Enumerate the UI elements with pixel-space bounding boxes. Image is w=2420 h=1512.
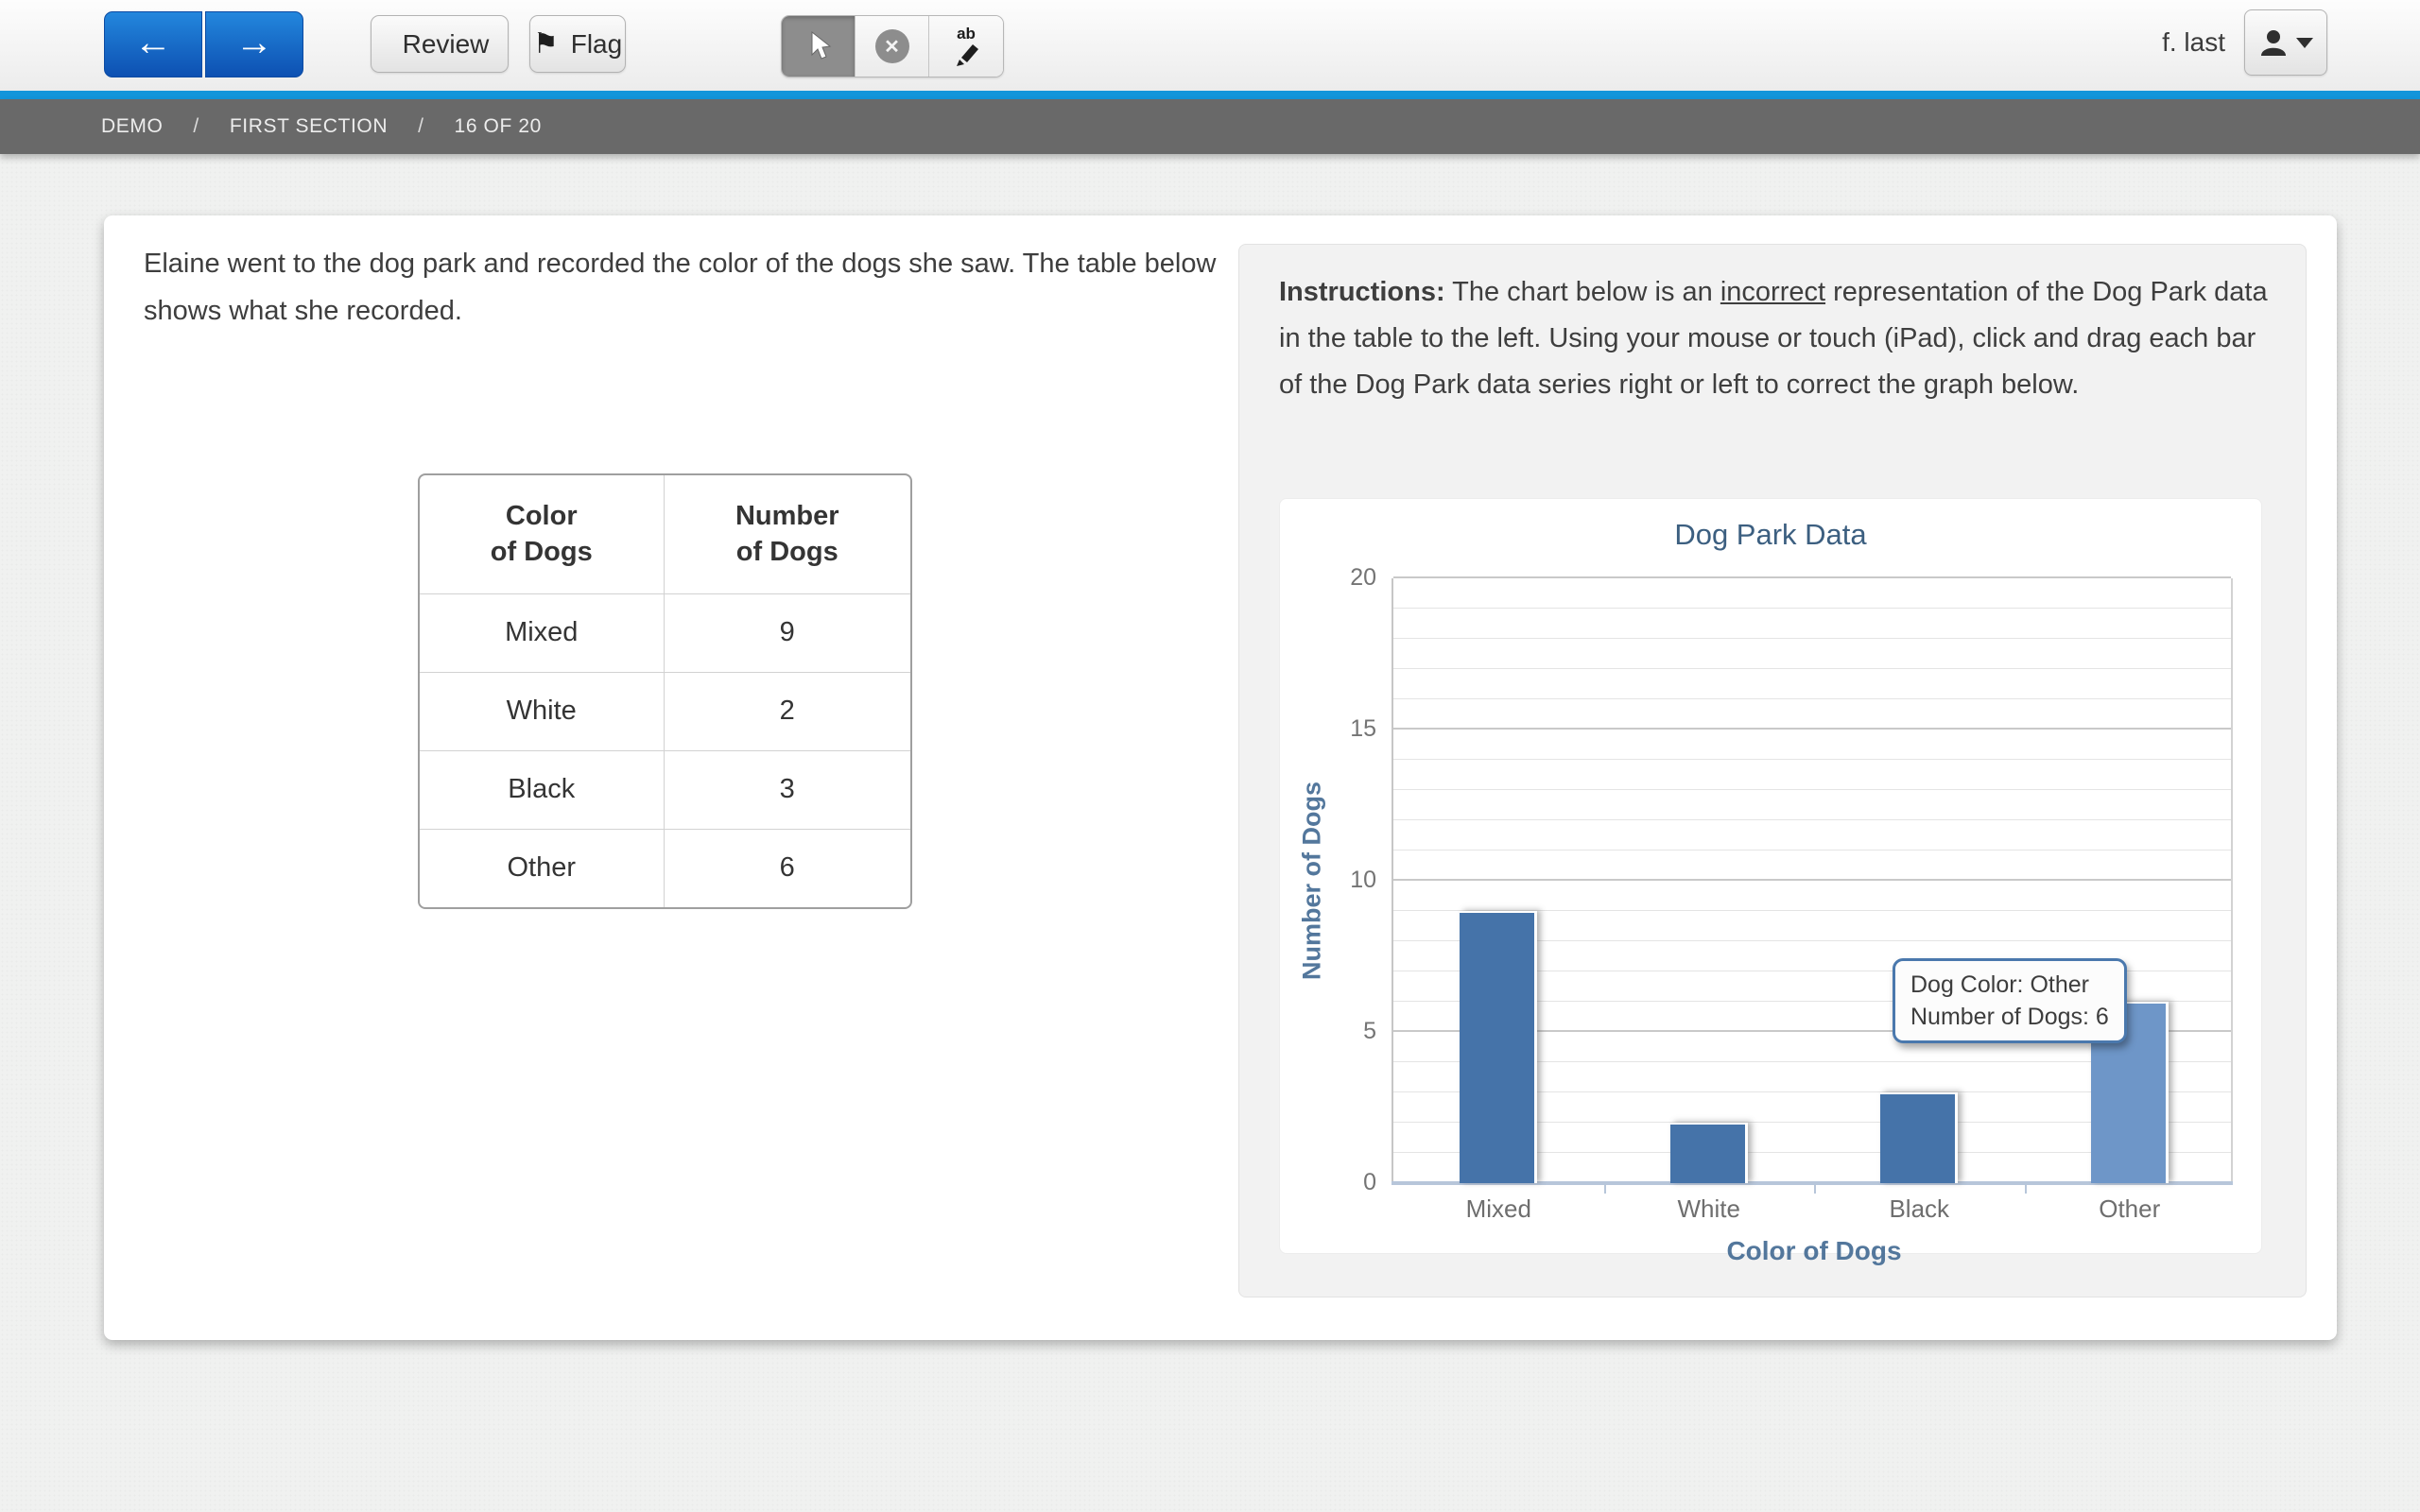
bar-white[interactable]: [1670, 1123, 1748, 1183]
tooltip-line-1: Dog Color: Other: [1910, 969, 2109, 1001]
pointer-cursor-icon: [804, 30, 833, 62]
highlighter-tool-button[interactable]: ab: [929, 16, 1003, 77]
flag-button[interactable]: ⚑ Flag: [529, 15, 626, 73]
y-tick-label: 5: [1325, 1018, 1376, 1045]
chart-card: Dog Park Data Number of Dogs Color of Do…: [1279, 498, 2262, 1254]
x-axis-tick: [1604, 1183, 1606, 1194]
pointer-tool-button[interactable]: [782, 16, 856, 77]
y-tick-label: 10: [1325, 867, 1376, 894]
y-axis-title: Number of Dogs: [1298, 782, 1327, 980]
minor-gridline: [1393, 668, 2231, 669]
y-tick-label: 15: [1325, 715, 1376, 743]
flag-button-label: Flag: [571, 29, 622, 60]
minor-gridline: [1393, 759, 2231, 760]
instructions-underlined-word: incorrect: [1720, 277, 1825, 307]
x-tick-label: Black: [1814, 1194, 2025, 1224]
instructions-text: Instructions: The chart below is an inco…: [1279, 269, 2276, 408]
table-cell-count: 2: [664, 672, 910, 750]
minor-gridline: [1393, 789, 2231, 790]
table-header-number: Number of Dogs: [664, 475, 910, 593]
question-nav-group: ← →: [104, 11, 303, 77]
y-tick-label: 20: [1325, 564, 1376, 592]
question-text: Elaine went to the dog park and recorded…: [144, 240, 1269, 335]
top-toolbar: ← → Review ⚑ Flag ✕ ab: [0, 0, 2420, 91]
x-tick-label: Other: [2025, 1194, 2236, 1224]
breadcrumb-item: DEMO: [101, 115, 163, 138]
forward-arrow-icon: →: [235, 24, 273, 61]
user-area: f. last: [2162, 9, 2327, 76]
accent-strip: [0, 91, 2420, 99]
major-gridline: [1393, 728, 2231, 730]
table-row: Black3: [420, 750, 910, 829]
chart-title: Dog Park Data: [1280, 518, 2261, 552]
circle-x-icon: ✕: [875, 29, 909, 63]
x-tick-label: White: [1604, 1194, 1815, 1224]
review-button[interactable]: Review: [371, 15, 509, 73]
bar-black[interactable]: [1880, 1092, 1958, 1183]
minor-gridline: [1393, 819, 2231, 820]
breadcrumb-separator: /: [418, 115, 424, 138]
review-button-label: Review: [403, 29, 490, 60]
breadcrumb: DEMO / FIRST SECTION / 16 OF 20: [0, 99, 2420, 154]
minor-gridline: [1393, 638, 2231, 639]
breadcrumb-item: FIRST SECTION: [230, 115, 388, 138]
table-cell-color: Other: [420, 829, 664, 907]
table-row: White2: [420, 672, 910, 750]
eliminate-answer-tool-button[interactable]: ✕: [856, 16, 929, 77]
highlighter-pen-icon: [952, 43, 980, 67]
next-question-button[interactable]: →: [205, 11, 303, 77]
minor-gridline: [1393, 608, 2231, 609]
user-icon: [2258, 27, 2289, 58]
minor-gridline: [1393, 698, 2231, 699]
table-cell-count: 3: [664, 750, 910, 829]
table-row: Mixed9: [420, 593, 910, 672]
table-cell-color: Mixed: [420, 593, 664, 672]
breadcrumb-separator: /: [193, 115, 199, 138]
x-tick-label: Mixed: [1393, 1194, 1604, 1224]
bar-tooltip: Dog Color: Other Number of Dogs: 6: [1893, 958, 2127, 1043]
back-arrow-icon: ←: [134, 24, 172, 61]
table-cell-count: 9: [664, 593, 910, 672]
plot-area: Number of Dogs Color of Dogs 05101520Mix…: [1392, 578, 2233, 1183]
table-cell-count: 6: [664, 829, 910, 907]
breadcrumb-item: 16 OF 20: [455, 115, 542, 138]
table-cell-color: Black: [420, 750, 664, 829]
x-axis-title: Color of Dogs: [1393, 1236, 2235, 1266]
interaction-panel: Instructions: The chart below is an inco…: [1238, 244, 2307, 1297]
instructions-label: Instructions:: [1279, 277, 1445, 307]
user-name-label: f. last: [2162, 27, 2225, 58]
table-header-color: Color of Dogs: [420, 475, 664, 593]
flag-icon: ⚑: [533, 30, 559, 59]
highlighter-tool-label: ab: [957, 26, 976, 42]
x-axis-tick: [1814, 1183, 1816, 1194]
x-axis-tick: [2025, 1183, 2027, 1194]
previous-question-button[interactable]: ←: [104, 11, 202, 77]
tool-button-group: ✕ ab: [781, 15, 1004, 77]
table-cell-color: White: [420, 672, 664, 750]
bar-mixed[interactable]: [1460, 911, 1537, 1183]
table-row: Other6: [420, 829, 910, 907]
major-gridline: [1393, 879, 2231, 881]
caret-down-icon: [2296, 38, 2313, 48]
tooltip-line-2: Number of Dogs: 6: [1910, 1001, 2109, 1033]
user-menu-button[interactable]: [2244, 9, 2327, 76]
y-tick-label: 0: [1325, 1169, 1376, 1196]
dog-data-table: Color of Dogs Number of Dogs Mixed9White…: [418, 473, 912, 909]
question-card: Elaine went to the dog park and recorded…: [104, 215, 2337, 1340]
major-gridline: [1393, 576, 2231, 578]
